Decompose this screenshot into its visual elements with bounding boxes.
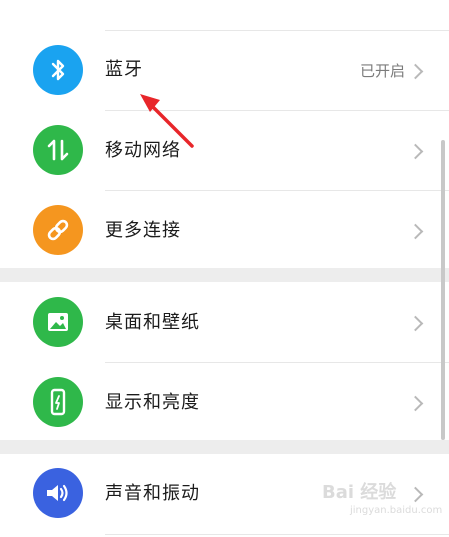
- chevron-right-icon: [407, 486, 424, 503]
- chevron-right-icon: [407, 63, 424, 80]
- settings-row-label: 声音和振动: [105, 483, 200, 504]
- settings-row-label: 显示和亮度: [105, 392, 200, 413]
- settings-row-label: 桌面和壁纸: [105, 312, 200, 333]
- settings-row-wallpaper[interactable]: 桌面和壁纸: [0, 282, 449, 362]
- bluetooth-status: 已开启: [359, 62, 405, 80]
- sound-icon: [33, 468, 83, 518]
- chevron-right-icon: [407, 395, 424, 412]
- watermark-url: jingyan.baidu.com: [350, 505, 443, 516]
- display-icon: [33, 377, 83, 427]
- settings-row-label: 更多连接: [105, 220, 181, 241]
- settings-row-more-connections[interactable]: 更多连接: [0, 190, 449, 270]
- bluetooth-icon: [33, 45, 83, 95]
- settings-row-display[interactable]: 显示和亮度: [0, 362, 449, 442]
- annotation-arrow-icon: [140, 94, 194, 148]
- settings-row-mobile-network[interactable]: 移动网络: [0, 110, 449, 190]
- chevron-right-icon: [407, 143, 424, 160]
- chevron-right-icon: [407, 315, 424, 332]
- settings-row-bluetooth[interactable]: 蓝牙 已开启: [0, 30, 449, 110]
- watermark-logo: Bai 经验: [322, 482, 397, 503]
- wallpaper-icon: [33, 297, 83, 347]
- mobile-data-icon: [33, 125, 83, 175]
- chevron-right-icon: [407, 223, 424, 240]
- settings-group-connectivity: 蓝牙 已开启 移动网络 更多连接: [0, 0, 449, 268]
- link-icon: [33, 205, 83, 255]
- divider: [105, 534, 449, 535]
- scrollbar[interactable]: [441, 140, 445, 440]
- settings-group-display: 桌面和壁纸 显示和亮度: [0, 282, 449, 440]
- settings-row-label: 蓝牙: [105, 59, 143, 80]
